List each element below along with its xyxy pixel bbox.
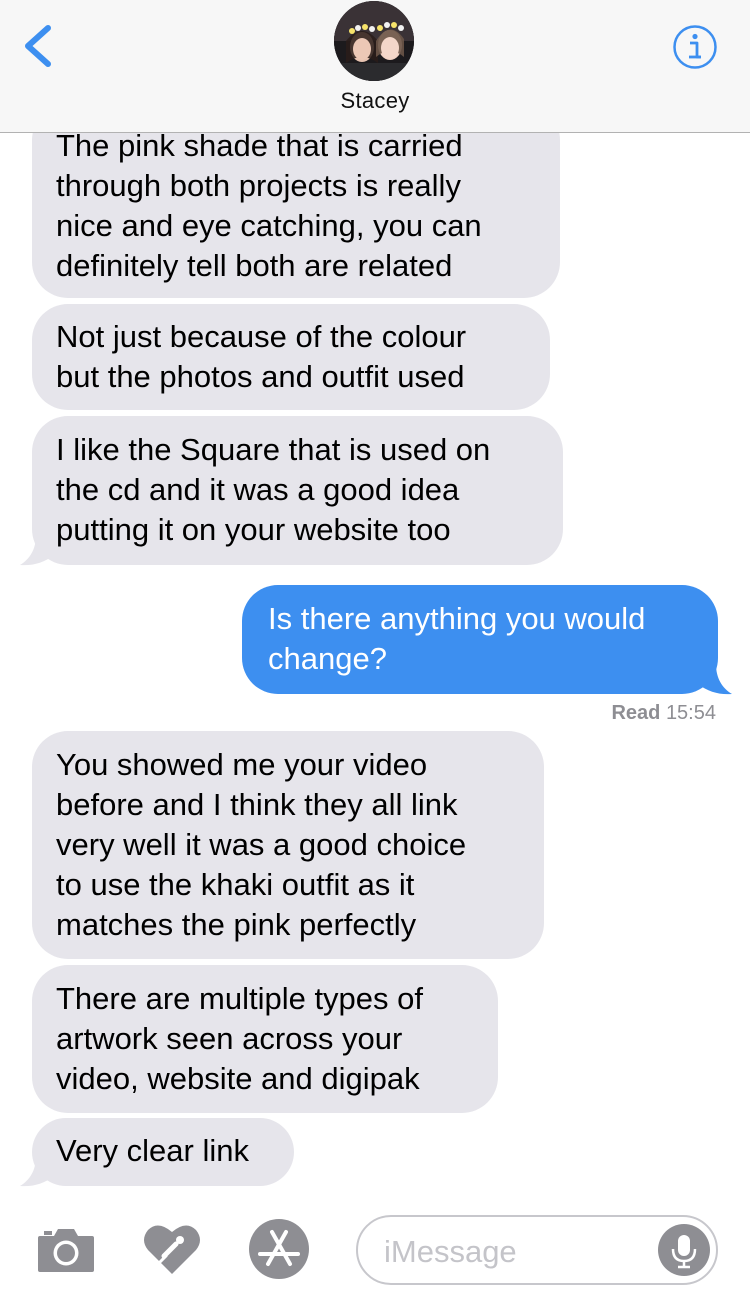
back-chevron-icon[interactable] bbox=[18, 22, 62, 70]
message-bubble-received[interactable]: There are multiple types of artwork seen… bbox=[32, 965, 498, 1113]
microphone-icon bbox=[671, 1235, 697, 1269]
camera-icon[interactable] bbox=[36, 1224, 96, 1274]
bubble-tail bbox=[20, 535, 54, 566]
imessage-text-field[interactable] bbox=[382, 1229, 646, 1275]
info-icon[interactable] bbox=[672, 24, 718, 70]
message-bubble-received[interactable]: Not just because of the colour but the p… bbox=[32, 304, 550, 410]
read-label: Read bbox=[611, 702, 661, 724]
read-receipt: Read 15:54 bbox=[611, 702, 716, 725]
message-bubble-received[interactable]: The pink shade that is carried through b… bbox=[32, 104, 560, 298]
bubble-tail bbox=[698, 664, 732, 695]
bubble-tail bbox=[20, 1156, 54, 1187]
contact-avatar[interactable] bbox=[334, 1, 414, 81]
imessage-input[interactable] bbox=[356, 1215, 718, 1285]
app-store-icon[interactable] bbox=[248, 1218, 310, 1280]
message-bubble-received[interactable]: I like the Square that is used on the cd… bbox=[32, 416, 563, 565]
message-bubble-sent[interactable]: Is there anything you would change? bbox=[242, 585, 718, 694]
message-bubble-received[interactable]: Very clear link bbox=[32, 1118, 294, 1186]
message-bubble-received[interactable]: You showed me your video before and I th… bbox=[32, 731, 544, 959]
digital-touch-icon[interactable] bbox=[142, 1220, 202, 1278]
microphone-button[interactable] bbox=[658, 1224, 710, 1276]
conversation-header: Stacey bbox=[0, 0, 750, 133]
read-time: 15:54 bbox=[665, 702, 716, 724]
contact-name[interactable]: Stacey bbox=[0, 88, 750, 114]
